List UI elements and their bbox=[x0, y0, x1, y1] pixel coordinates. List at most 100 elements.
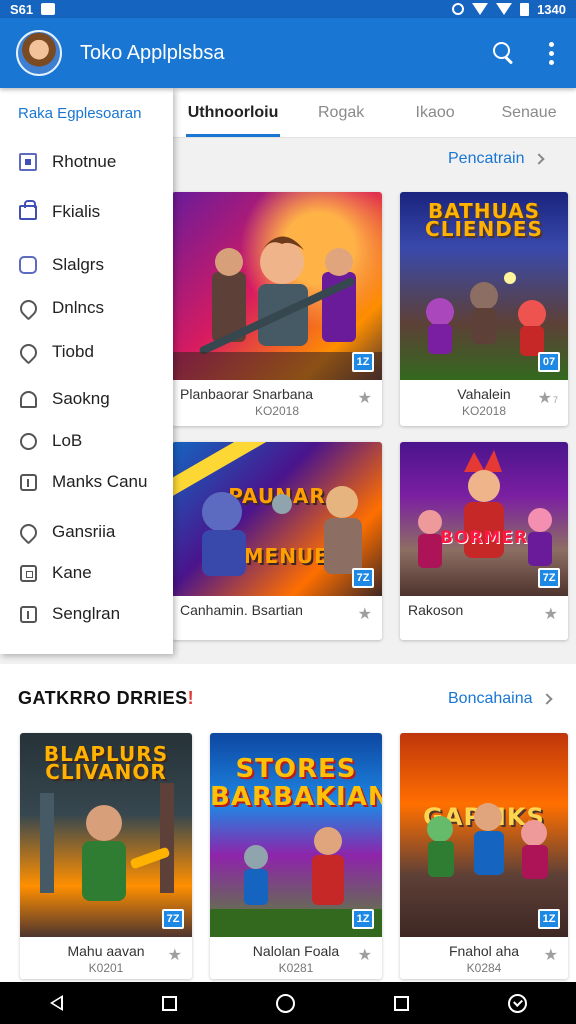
home-icon[interactable] bbox=[275, 993, 295, 1013]
star-icon[interactable]: ★ bbox=[358, 604, 372, 624]
drawer-item-label: Dnlncs bbox=[52, 298, 104, 317]
payment-icon bbox=[18, 472, 38, 492]
tab-bar: Uthnoorloiu Rogak Ikaoo Senaue bbox=[172, 88, 576, 138]
drawer-item-label: Tiobd bbox=[52, 342, 94, 361]
card-meta: Canhamin. Bsartian ★ bbox=[172, 596, 382, 624]
card-badge: 1Z bbox=[352, 352, 374, 372]
card-artwork: 1Z bbox=[172, 192, 382, 380]
star-icon[interactable]: ★ bbox=[168, 945, 182, 965]
settings-icon bbox=[15, 519, 41, 545]
tab-4[interactable]: Senaue bbox=[482, 88, 576, 137]
section2-title-mark: ! bbox=[187, 688, 195, 708]
hero-illustration bbox=[40, 783, 174, 901]
app-card[interactable]: BLAPLURS CLIVANOR 7Z Mahu aavan K0201 ★ bbox=[20, 733, 192, 979]
drawer-item-6[interactable]: Saokng bbox=[0, 381, 173, 417]
media-icon bbox=[18, 563, 38, 583]
hero-illustration bbox=[202, 486, 362, 576]
hero-illustration bbox=[210, 827, 382, 937]
drawer-item-5[interactable]: Tiobd bbox=[0, 334, 173, 370]
section1-header: Pencatrain bbox=[448, 150, 545, 168]
overview-icon[interactable] bbox=[393, 995, 409, 1011]
card-art-text: BORMER bbox=[439, 528, 529, 548]
chevron-right-icon[interactable] bbox=[540, 693, 553, 705]
star-icon[interactable]: ★7 bbox=[538, 388, 558, 408]
recents-icon[interactable] bbox=[161, 995, 177, 1011]
card-title: Mahu aavan bbox=[67, 943, 145, 959]
card-meta: Planbaorar Snarbana KO2018 ★ bbox=[172, 380, 382, 424]
app-card[interactable]: BORMER 7Z Rakoson ★ bbox=[400, 442, 568, 640]
section1-see-all-link[interactable]: Pencatrain bbox=[448, 150, 525, 168]
tab-1[interactable]: Uthnoorloiu bbox=[172, 88, 294, 137]
more-options-icon[interactable] bbox=[549, 41, 554, 65]
drawer-item-9[interactable]: Gansriia bbox=[0, 514, 173, 550]
star-icon[interactable]: ★ bbox=[544, 604, 558, 624]
shopping-bag-icon bbox=[18, 199, 38, 222]
section2-see-all-link[interactable]: Boncahaina bbox=[448, 690, 533, 708]
battery-icon bbox=[520, 2, 530, 16]
library-icon bbox=[18, 255, 38, 275]
status-time: 1340 bbox=[537, 1, 566, 17]
card-artwork: PAUNAR GAMENUES 7Z bbox=[172, 442, 382, 596]
drawer-item-label: Slalgrs bbox=[52, 255, 104, 274]
card-badge: 7Z bbox=[162, 909, 184, 929]
tab-3[interactable]: Ikaoo bbox=[388, 88, 482, 137]
app-card[interactable]: BATHUAS CLIENDES 07 Vahalein KO2018 ★7 bbox=[400, 192, 568, 426]
drawer-item-label: LoB bbox=[52, 431, 83, 450]
drawer-item-4[interactable]: Dnlncs bbox=[0, 290, 173, 326]
star-icon[interactable]: ★ bbox=[544, 945, 558, 965]
card-subtitle: K0201 bbox=[88, 961, 124, 975]
card-badge: 7Z bbox=[352, 568, 374, 588]
drawer-item-3[interactable]: Slalgrs bbox=[0, 247, 173, 283]
apps-icon bbox=[18, 152, 38, 172]
drawer-header[interactable]: Raka Egplesoaran bbox=[0, 88, 173, 138]
navigation-drawer: Raka Egplesoaran Rhotnue Fkialis Slalgrs… bbox=[0, 88, 173, 654]
system-navigation-bar bbox=[0, 982, 576, 1024]
back-icon[interactable] bbox=[49, 995, 63, 1011]
section2-title-text: GATKRRO DRRIES bbox=[18, 688, 188, 708]
star-count: 7 bbox=[552, 395, 558, 405]
drawer-item-label: Kane bbox=[52, 563, 92, 582]
drawer-item-1[interactable]: Rhotnue bbox=[0, 144, 173, 180]
status-bar: S61 1340 bbox=[0, 0, 576, 18]
app-root: S61 1340 Toko Applplsbsa Uthnoorloiu Rog… bbox=[0, 0, 576, 1024]
star-icon[interactable]: ★ bbox=[358, 945, 372, 965]
card-subtitle: K0284 bbox=[466, 961, 502, 975]
section2-header: Boncahaina bbox=[448, 690, 553, 708]
help-icon bbox=[18, 604, 38, 624]
search-icon[interactable] bbox=[493, 42, 515, 64]
card-artwork: BLAPLURS CLIVANOR 7Z bbox=[20, 733, 192, 937]
app-card[interactable]: 1Z Planbaorar Snarbana KO2018 ★ bbox=[172, 192, 382, 426]
status-left-text: S61 bbox=[10, 1, 34, 17]
drawer-item-11[interactable]: Senglran bbox=[0, 596, 173, 632]
drawer-item-10[interactable]: Kane bbox=[0, 555, 173, 591]
card-title: Canhamin. Bsartian bbox=[180, 602, 303, 618]
drawer-item-label: Manks Canu bbox=[52, 472, 148, 491]
section2-title: GATKRRO DRRIES! bbox=[18, 688, 194, 709]
card-artwork: STORES BARBAKIAN 1Z bbox=[210, 733, 382, 937]
app-bar: Toko Applplsbsa bbox=[0, 18, 576, 88]
avatar[interactable] bbox=[16, 30, 62, 76]
hero-illustration bbox=[172, 236, 382, 380]
tab-2[interactable]: Rogak bbox=[294, 88, 388, 137]
drawer-item-label: Senglran bbox=[52, 604, 121, 623]
app-card[interactable]: PAUNAR GAMENUES 7Z Canhamin. Bsartian ★ bbox=[172, 442, 382, 640]
app-card[interactable]: GAPMKS DBOKNEN 1Z Fnahol aha K0284 ★ bbox=[400, 733, 568, 979]
signal-icon bbox=[496, 3, 513, 15]
card-badge: 1Z bbox=[538, 909, 560, 929]
drawer-item-7[interactable]: LoB bbox=[0, 423, 173, 459]
card-badge: 07 bbox=[538, 352, 560, 372]
app-card[interactable]: STORES BARBAKIAN 1Z Nalolan Foala K0281 … bbox=[210, 733, 382, 979]
chevron-right-icon[interactable] bbox=[532, 153, 545, 165]
notification-icon bbox=[18, 389, 38, 409]
card-artwork: GAPMKS DBOKNEN 1Z bbox=[400, 733, 568, 937]
drawer-item-2[interactable]: Fkialis bbox=[0, 194, 173, 230]
drawer-item-8[interactable]: Manks Canu bbox=[0, 464, 173, 500]
card-artwork: BATHUAS CLIENDES 07 bbox=[400, 192, 568, 380]
app-title: Toko Applplsbsa bbox=[80, 41, 225, 64]
card-meta: Rakoson ★ bbox=[400, 596, 568, 624]
accessibility-icon[interactable] bbox=[507, 993, 527, 1013]
account-icon bbox=[15, 295, 41, 321]
star-icon[interactable]: ★ bbox=[358, 388, 372, 408]
wifi-icon bbox=[472, 3, 489, 15]
drawer-item-label: Gansriia bbox=[52, 522, 116, 541]
